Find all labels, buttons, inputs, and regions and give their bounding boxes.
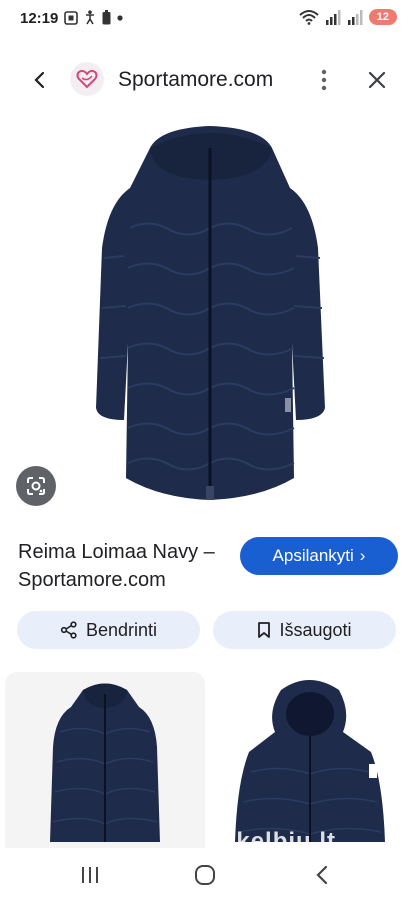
bookmark-icon xyxy=(258,622,271,638)
product-image[interactable] xyxy=(0,108,415,523)
site-name[interactable]: Sportamore.com xyxy=(118,68,273,92)
status-bar: 12:19 12 xyxy=(0,0,415,40)
lens-search-button[interactable] xyxy=(16,466,56,506)
recent-apps-icon[interactable] xyxy=(80,866,100,884)
battery-saver-icon xyxy=(102,10,111,25)
battery-indicator: 12 xyxy=(368,9,397,25)
vertical-dots-icon xyxy=(321,69,327,91)
heart-logo-icon xyxy=(76,69,98,89)
share-button[interactable]: Bendrinti xyxy=(17,611,200,649)
signal-icon-2 xyxy=(347,10,363,25)
jacket-thumbnail xyxy=(50,683,160,842)
status-notification-icons xyxy=(64,10,123,25)
system-nav-bar xyxy=(0,848,415,900)
visit-button[interactable]: Apsilankyti › xyxy=(240,537,398,575)
dot-icon xyxy=(117,14,123,21)
jacket-image xyxy=(96,126,325,500)
save-label: Išsaugoti xyxy=(279,619,352,640)
google-lens-icon xyxy=(27,477,45,495)
more-options-button[interactable] xyxy=(310,65,338,95)
share-label: Bendrinti xyxy=(85,619,158,640)
result-title[interactable]: Reima Loimaa Navy – Sportamore.com xyxy=(18,538,233,594)
home-icon[interactable] xyxy=(194,864,216,886)
related-image-1[interactable] xyxy=(5,672,205,862)
back-button[interactable] xyxy=(26,66,54,94)
share-icon xyxy=(60,621,77,639)
signal-icon xyxy=(325,10,341,25)
visit-label: Apsilankyti xyxy=(272,546,354,565)
site-favicon xyxy=(70,62,104,96)
status-system-icons: 12 xyxy=(299,9,397,25)
close-icon xyxy=(368,71,386,89)
chevron-left-icon xyxy=(34,71,45,89)
viewer-top-bar: Sportamore.com xyxy=(0,48,415,112)
screenshot-icon xyxy=(64,10,78,25)
status-time: 12:19 xyxy=(20,10,59,27)
close-button[interactable] xyxy=(362,65,392,95)
wifi-icon xyxy=(299,10,319,25)
chevron-right-icon: › xyxy=(359,546,366,565)
save-button[interactable]: Išsaugoti xyxy=(213,611,396,649)
accessibility-icon xyxy=(86,10,94,25)
back-nav-icon[interactable] xyxy=(312,864,332,886)
